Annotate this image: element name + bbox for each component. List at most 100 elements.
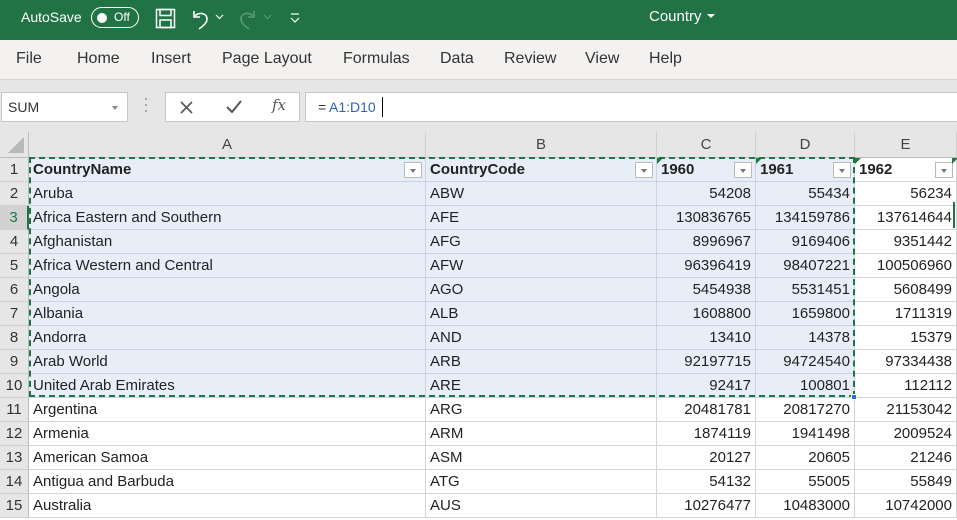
column-header-b[interactable]: B xyxy=(426,132,657,158)
cell-code[interactable]: AUS xyxy=(426,494,657,518)
filter-dropdown-button[interactable] xyxy=(734,162,752,178)
row-header[interactable]: 7 xyxy=(0,302,29,326)
tab-data[interactable]: Data xyxy=(440,50,474,68)
filter-dropdown-button[interactable] xyxy=(404,162,422,178)
save-icon[interactable] xyxy=(155,8,176,29)
cell-code[interactable]: ARE xyxy=(426,374,657,398)
check-icon[interactable] xyxy=(226,100,242,114)
cell-code[interactable]: ARB xyxy=(426,350,657,374)
select-all-button[interactable] xyxy=(0,132,29,158)
customize-toolbar-icon[interactable] xyxy=(289,12,301,24)
cell-code[interactable]: ATG xyxy=(426,470,657,494)
cell-name[interactable]: Antigua and Barbuda xyxy=(29,470,426,494)
column-header-e[interactable]: E xyxy=(855,132,957,158)
filter-dropdown-button[interactable] xyxy=(833,162,851,178)
cell-y1961[interactable]: 134159786 xyxy=(756,206,855,230)
cell-code[interactable]: AFW xyxy=(426,254,657,278)
tab-file[interactable]: File xyxy=(16,50,42,68)
cell-y1961[interactable]: 1659800 xyxy=(756,302,855,326)
cell-y1962[interactable]: 21153042 xyxy=(855,398,957,422)
cell-y1960[interactable]: 10276477 xyxy=(657,494,756,518)
cell-name[interactable]: Afghanistan xyxy=(29,230,426,254)
cell-name[interactable]: Africa Western and Central xyxy=(29,254,426,278)
autosave-toggle[interactable]: Off xyxy=(91,7,139,28)
cell-y1960[interactable]: 96396419 xyxy=(657,254,756,278)
cell-y1961[interactable]: 20605 xyxy=(756,446,855,470)
cell-name[interactable]: Aruba xyxy=(29,182,426,206)
cell-y1960[interactable]: 1608800 xyxy=(657,302,756,326)
cell-code[interactable]: ASM xyxy=(426,446,657,470)
cell-y1961[interactable]: 55434 xyxy=(756,182,855,206)
cell-name[interactable]: Andorra xyxy=(29,326,426,350)
cell-code[interactable]: AFG xyxy=(426,230,657,254)
tab-view[interactable]: View xyxy=(585,50,619,68)
row-header[interactable]: 6 xyxy=(0,278,29,302)
cell-y1961[interactable]: 14378 xyxy=(756,326,855,350)
undo-dropdown-icon[interactable] xyxy=(215,14,224,20)
cell-y1960[interactable]: 13410 xyxy=(657,326,756,350)
cell-y1960[interactable]: 54208 xyxy=(657,182,756,206)
cell-y1961[interactable]: 55005 xyxy=(756,470,855,494)
document-title[interactable]: Country xyxy=(649,8,702,25)
cell-name[interactable]: Arab World xyxy=(29,350,426,374)
cell-y1961[interactable]: 94724540 xyxy=(756,350,855,374)
cell-name[interactable]: Angola xyxy=(29,278,426,302)
formula-input[interactable]: = A1:D10 xyxy=(305,92,957,122)
cell-code[interactable]: ARG xyxy=(426,398,657,422)
header-cell[interactable]: CountryCode xyxy=(426,158,657,182)
cell-name[interactable]: Africa Eastern and Southern xyxy=(29,206,426,230)
column-header-c[interactable]: C xyxy=(657,132,756,158)
cell-y1961[interactable]: 20817270 xyxy=(756,398,855,422)
cell-code[interactable]: AGO xyxy=(426,278,657,302)
cell-name[interactable]: Australia xyxy=(29,494,426,518)
cell-y1962[interactable]: 56234 xyxy=(855,182,957,206)
cell-code[interactable]: AFE xyxy=(426,206,657,230)
fill-handle[interactable] xyxy=(851,394,857,400)
cell-y1962[interactable]: 15379 xyxy=(855,326,957,350)
row-header[interactable]: 5 xyxy=(0,254,29,278)
cell-name[interactable]: Albania xyxy=(29,302,426,326)
tab-page-layout[interactable]: Page Layout xyxy=(222,50,312,68)
tab-help[interactable]: Help xyxy=(649,50,682,68)
filter-dropdown-button[interactable] xyxy=(935,162,953,178)
column-header-d[interactable]: D xyxy=(756,132,855,158)
cell-y1962[interactable]: 100506960 xyxy=(855,254,957,278)
row-header[interactable]: 4 xyxy=(0,230,29,254)
cell-y1960[interactable]: 92417 xyxy=(657,374,756,398)
cell-y1962[interactable]: 97334438 xyxy=(855,350,957,374)
chevron-down-icon[interactable] xyxy=(112,106,118,110)
cell-y1961[interactable]: 1941498 xyxy=(756,422,855,446)
cell-code[interactable]: ARM xyxy=(426,422,657,446)
row-header[interactable]: 15 xyxy=(0,494,29,518)
row-header[interactable]: 8 xyxy=(0,326,29,350)
cell-y1962[interactable]: 9351442 xyxy=(855,230,957,254)
cell-y1962[interactable]: 5608499 xyxy=(855,278,957,302)
tab-home[interactable]: Home xyxy=(77,50,120,68)
cell-y1962[interactable]: 10742000 xyxy=(855,494,957,518)
row-header[interactable]: 11 xyxy=(0,398,29,422)
cell-code[interactable]: ALB xyxy=(426,302,657,326)
cell-y1962[interactable]: 112112 xyxy=(855,374,957,398)
header-cell[interactable]: CountryName xyxy=(29,158,426,182)
cell-y1960[interactable]: 1874119 xyxy=(657,422,756,446)
row-header[interactable]: 12 xyxy=(0,422,29,446)
tab-insert[interactable]: Insert xyxy=(151,50,191,68)
cell-name[interactable]: Argentina xyxy=(29,398,426,422)
undo-icon[interactable] xyxy=(190,8,210,30)
row-header[interactable]: 3 xyxy=(0,206,29,230)
cell-y1960[interactable]: 8996967 xyxy=(657,230,756,254)
close-icon[interactable] xyxy=(180,101,193,114)
row-header[interactable]: 1 xyxy=(0,158,29,182)
cell-y1961[interactable]: 100801 xyxy=(756,374,855,398)
chevron-down-icon[interactable] xyxy=(707,14,715,18)
cell-y1960[interactable]: 92197715 xyxy=(657,350,756,374)
filter-dropdown-button[interactable] xyxy=(635,162,653,178)
row-header[interactable]: 2 xyxy=(0,182,29,206)
cell-y1960[interactable]: 54132 xyxy=(657,470,756,494)
cell-code[interactable]: ABW xyxy=(426,182,657,206)
tab-formulas[interactable]: Formulas xyxy=(343,50,410,68)
row-header[interactable]: 14 xyxy=(0,470,29,494)
cell-y1960[interactable]: 20481781 xyxy=(657,398,756,422)
cell-y1960[interactable]: 130836765 xyxy=(657,206,756,230)
cell-y1961[interactable]: 10483000 xyxy=(756,494,855,518)
